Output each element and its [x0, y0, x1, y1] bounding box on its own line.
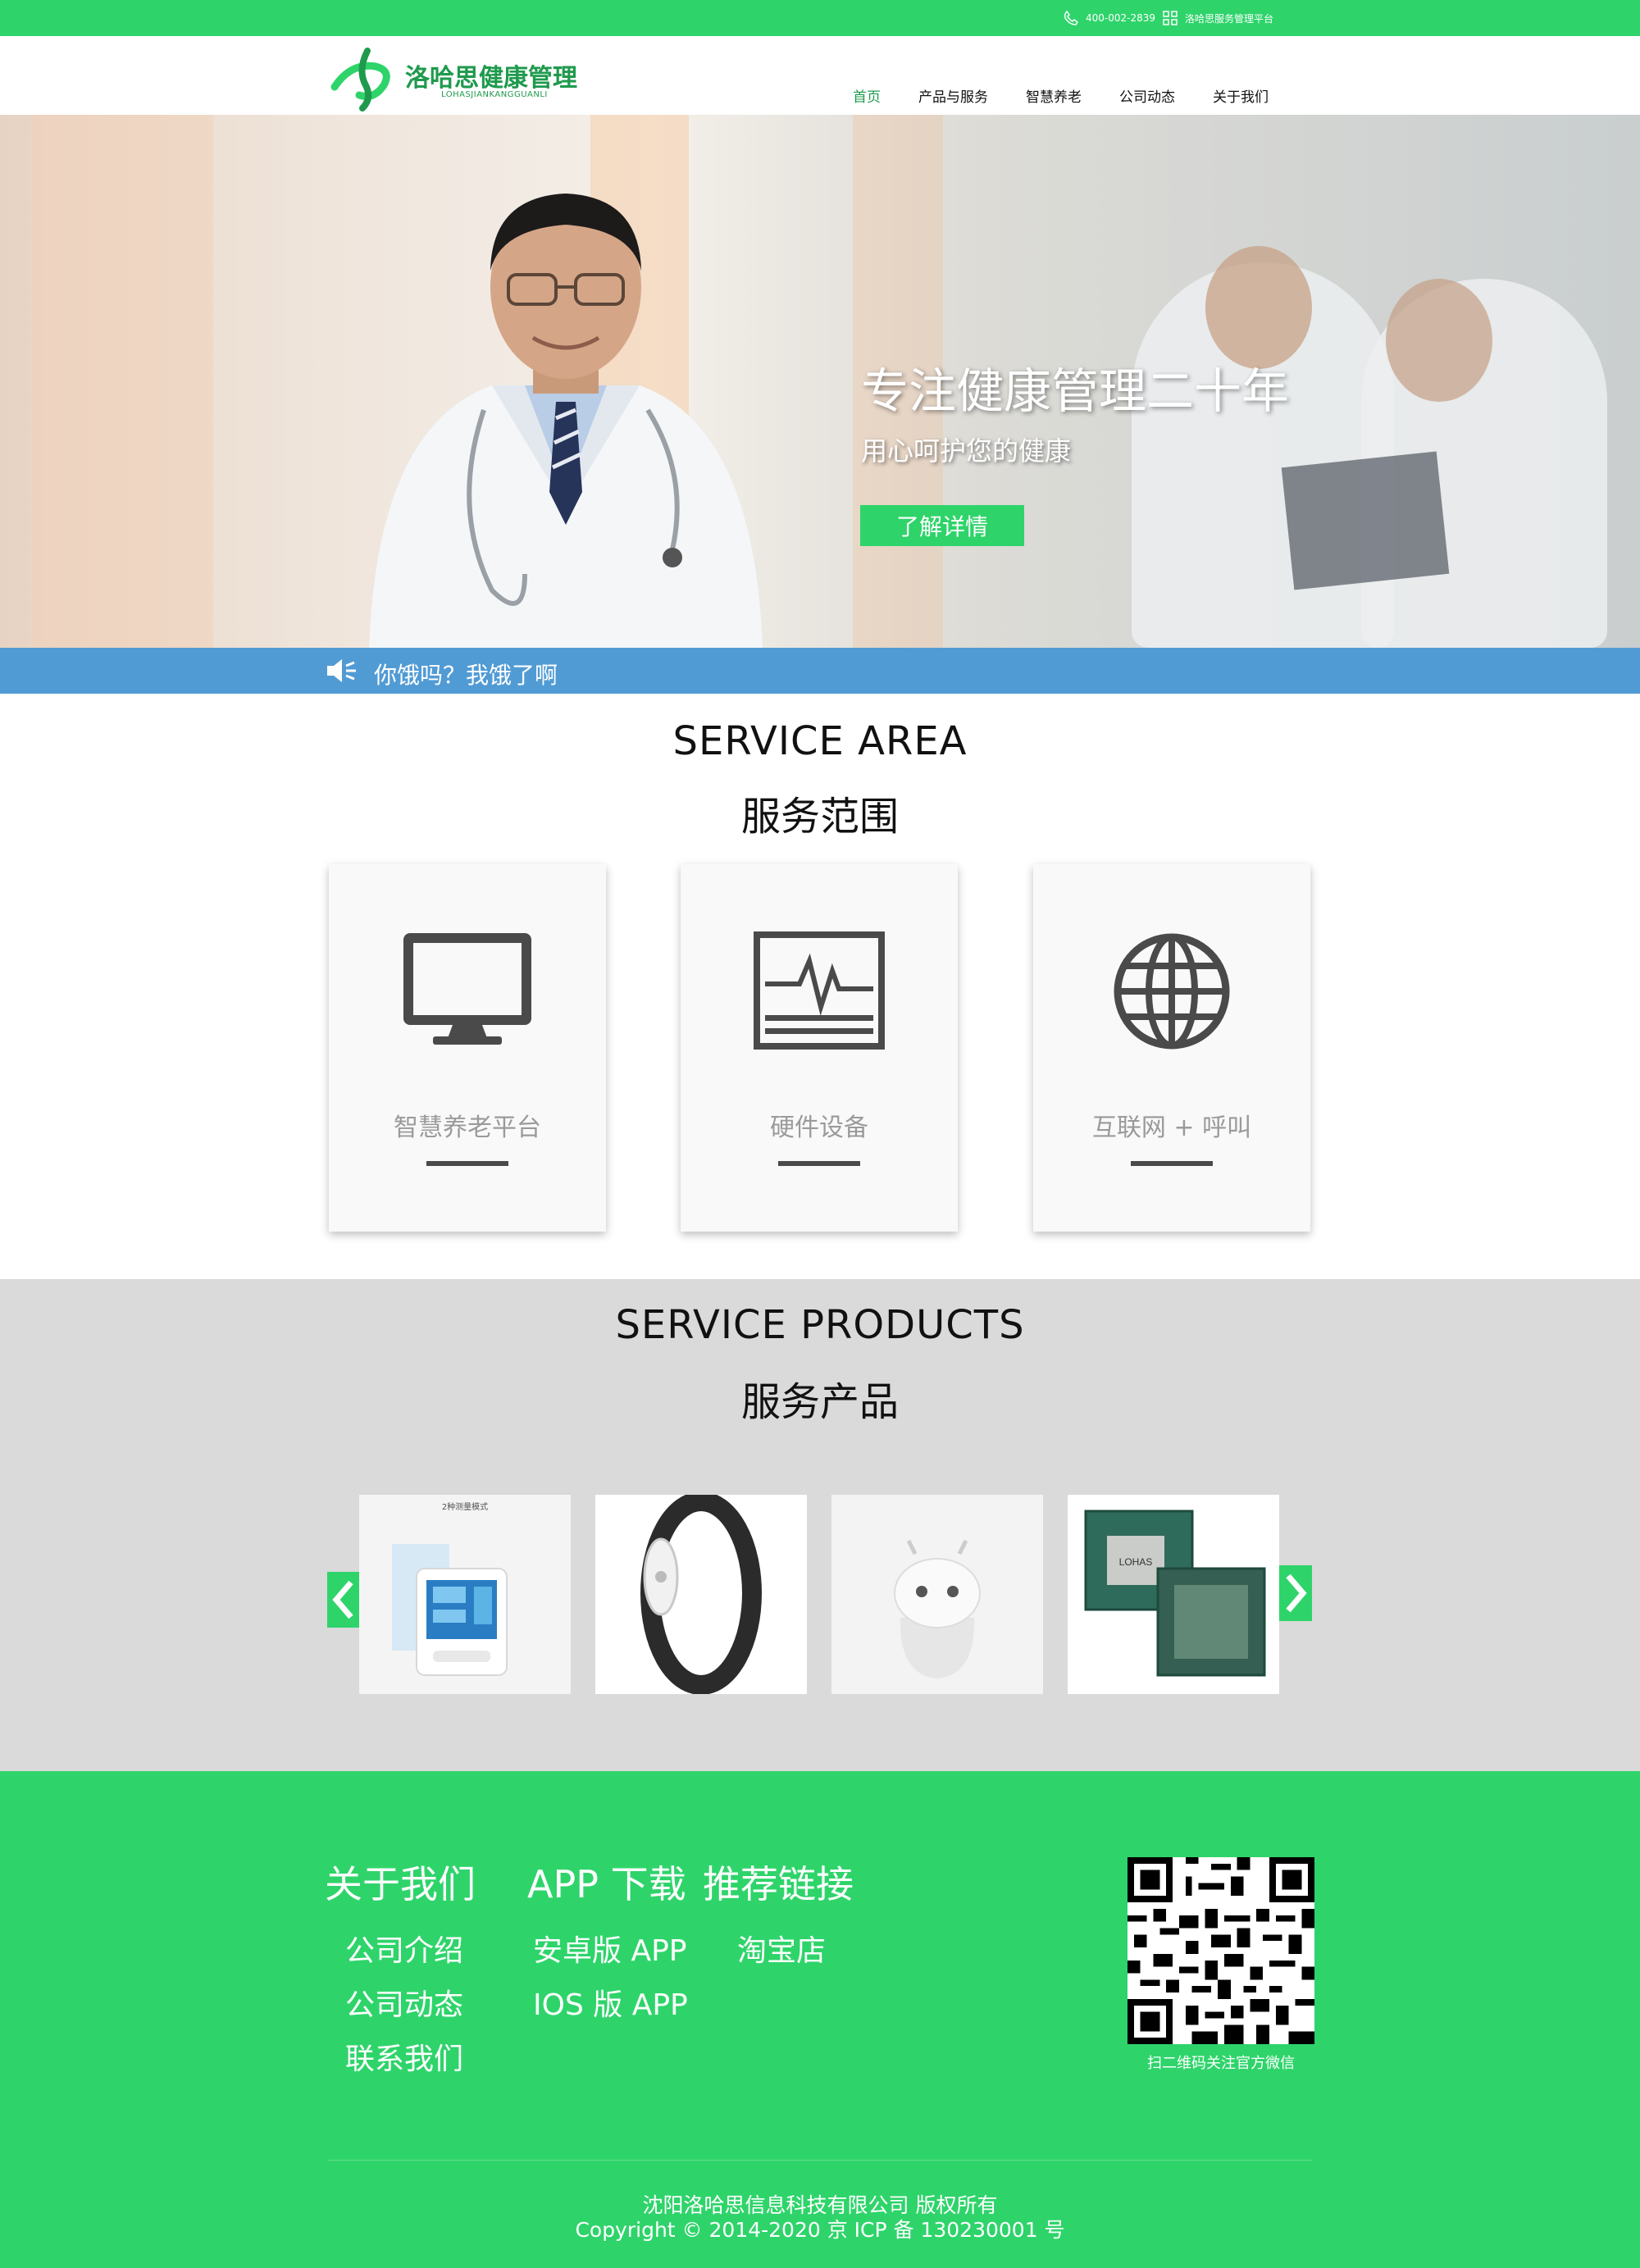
nav-item-smart-elderly-care[interactable]: 智慧养老: [1026, 85, 1082, 106]
chevron-right-icon: [1286, 1573, 1307, 1613]
service-area-title-en: SERVICE AREA: [672, 718, 968, 764]
service-card-divider: [778, 1161, 860, 1166]
logo-subtitle: LOHASJIANKANGGUANLI: [441, 90, 548, 99]
footer-link-company-news[interactable]: 公司动态: [345, 1981, 463, 2024]
smart-wristband-image: [595, 1495, 807, 1694]
product-smart-wristband[interactable]: [595, 1495, 807, 1694]
site-header: 洛哈思健康管理 LOHASJIANKANGGUANLI 首页 产品与服务 智慧养…: [0, 36, 1640, 115]
wechat-qr-code: [1128, 1857, 1314, 2044]
footer-link-taobao-store[interactable]: 淘宝店: [737, 1927, 826, 1970]
logo-icon: [330, 48, 390, 112]
service-card-label: 互联网 + 呼叫: [1091, 1114, 1252, 1142]
nav-item-about-us[interactable]: 关于我们: [1213, 85, 1269, 106]
footer-heading-about: 关于我们: [325, 1862, 476, 1906]
doctor-photo: [369, 194, 763, 648]
product-robot-speaker[interactable]: [831, 1495, 1043, 1694]
footer-copyright-icp: Copyright © 2014-2020 京 ICP 备 130230001 …: [575, 2218, 1065, 2242]
service-card-divider: [1131, 1161, 1213, 1166]
carousel-next-arrow[interactable]: [1279, 1565, 1312, 1621]
chip-board-image: LOHAS: [1068, 1495, 1279, 1694]
blood-pressure-monitor-image: [359, 1495, 571, 1694]
service-card-elderly-platform[interactable]: 智慧养老平台: [329, 864, 606, 1232]
learn-more-button[interactable]: 了解详情: [860, 505, 1024, 546]
footer-link-android-app[interactable]: 安卓版 APP: [533, 1927, 687, 1970]
service-card-divider: [426, 1161, 508, 1166]
notice-text: 你饿吗？我饿了啊: [374, 662, 558, 689]
footer-link-contact-us[interactable]: 联系我们: [345, 2035, 463, 2078]
nav-item-products-services[interactable]: 产品与服务: [918, 85, 988, 106]
footer-divider: [328, 2160, 1312, 2161]
top-bar-phone: 400-002-2839: [1086, 12, 1156, 24]
hero-title: 专注健康管理二十年: [861, 363, 1290, 419]
top-bar: 400-002-2839 洛哈思服务管理平台: [0, 0, 1640, 36]
hero-xray-film: [1281, 451, 1450, 590]
footer-link-company-intro[interactable]: 公司介绍: [345, 1927, 463, 1970]
platform-icon: [1162, 10, 1178, 26]
robot-speaker-image: [831, 1495, 1043, 1694]
main-nav: 首页 产品与服务 智慧养老 公司动态 关于我们: [853, 85, 1269, 106]
hero-subtitle: 用心呵护您的健康: [861, 435, 1072, 467]
hero-background-curtain: [33, 115, 213, 648]
footer-link-ios-app[interactable]: IOS 版 APP: [533, 1981, 688, 2024]
top-bar-contact: 400-002-2839 洛哈思服务管理平台: [1063, 8, 1273, 28]
product-blood-pressure-monitor[interactable]: 2种测量模式: [359, 1495, 571, 1694]
footer-heading-app: APP 下载: [527, 1862, 686, 1906]
top-bar-platform-link[interactable]: 洛哈思服务管理平台: [1185, 11, 1273, 25]
qr-caption: 扫二维码关注官方微信: [1147, 2055, 1295, 2072]
product-caption: 2种测量模式: [441, 1503, 489, 1512]
nav-item-company-news[interactable]: 公司动态: [1119, 85, 1175, 106]
product-chip-board[interactable]: LOHAS: [1068, 1495, 1279, 1694]
chevron-left-icon: [332, 1580, 353, 1619]
monitor-icon: [403, 933, 531, 1045]
ecg-monitor-icon: [754, 931, 885, 1050]
site-footer: 关于我们 APP 下载 推荐链接 公司介绍 公司动态 联系我们 安卓版 APP …: [0, 1771, 1640, 2268]
service-products-title-cn: 服务产品: [740, 1379, 899, 1425]
service-card-label: 智慧养老平台: [394, 1114, 541, 1142]
carousel-prev-arrow[interactable]: [327, 1572, 360, 1628]
hero-banner: 专注健康管理二十年 用心呵护您的健康 了解详情: [0, 115, 1640, 648]
globe-icon: [1114, 933, 1230, 1050]
service-card-hardware[interactable]: 硬件设备: [681, 864, 958, 1232]
phone-icon: [1063, 10, 1079, 26]
hero-background-head: [1386, 279, 1492, 402]
logo[interactable]: 洛哈思健康管理 LOHASJIANKANGGUANLI: [326, 48, 597, 112]
service-products-title-en: SERVICE PRODUCTS: [615, 1302, 1025, 1348]
service-card-label: 硬件设备: [770, 1114, 868, 1142]
footer-heading-links: 推荐链接: [703, 1862, 854, 1906]
logo-title: 洛哈思健康管理: [405, 64, 577, 93]
service-card-internet-call[interactable]: 互联网 + 呼叫: [1033, 864, 1310, 1232]
chip-label: LOHAS: [1119, 1556, 1153, 1568]
service-area-title-cn: 服务范围: [740, 794, 899, 840]
hero-background-head: [1205, 246, 1312, 369]
speaker-icon: [327, 659, 356, 682]
notice-bar: 你饿吗？我饿了啊: [0, 648, 1640, 694]
nav-item-home[interactable]: 首页: [853, 85, 881, 106]
service-products-section: SERVICE PRODUCTS 服务产品 2种测量模式 LOHAS: [0, 1279, 1640, 1771]
